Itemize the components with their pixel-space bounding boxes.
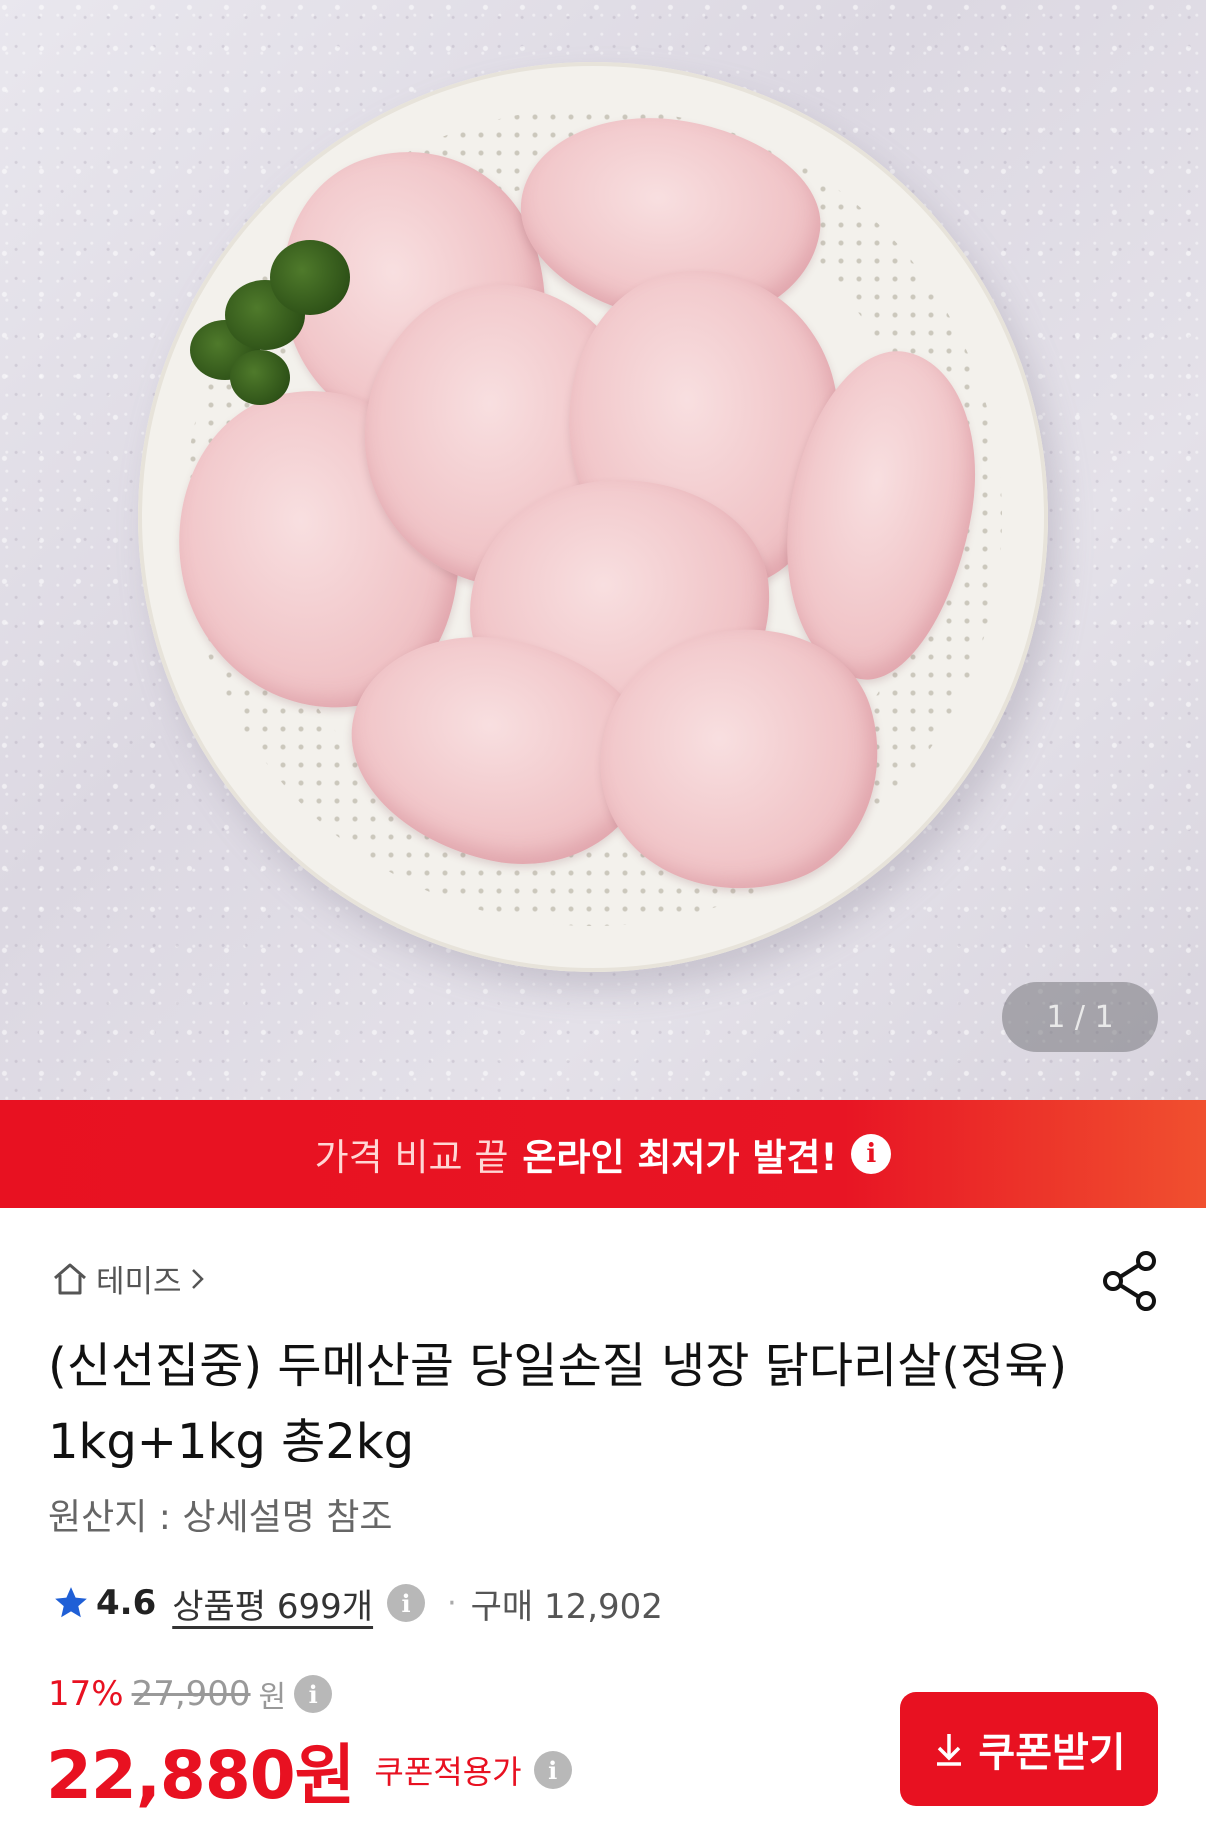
purchase-count: 구매 12,902 (470, 1586, 663, 1627)
image-page-indicator: 1 / 1 (1002, 982, 1158, 1052)
separator-dot: · (447, 1585, 457, 1621)
banner-highlight: 온라인 최저가 발견! (522, 1136, 838, 1179)
coupon-price-label: 쿠폰적용가 (374, 1753, 522, 1791)
lowest-price-banner[interactable]: 가격 비교 끝 온라인 최저가 발견! i (0, 1100, 1206, 1208)
banner-prefix: 가격 비교 끝 (314, 1136, 509, 1179)
rating-score: 4.6 (96, 1583, 157, 1623)
original-price-unit: 원 (258, 1680, 287, 1715)
coupon-button-label: 쿠폰받기 (978, 1730, 1126, 1776)
discount-row: 17% 27,900 원 i (48, 1672, 333, 1716)
download-icon (937, 1734, 962, 1766)
info-icon[interactable]: i (294, 1675, 333, 1713)
parsley-garnish (230, 350, 290, 405)
product-image-gallery[interactable]: 1 / 1 (0, 0, 1206, 1100)
star-icon (55, 1587, 87, 1618)
sale-price-row: 22,880원 쿠폰적용가 i (46, 1722, 572, 1818)
info-icon[interactable]: i (851, 1134, 892, 1174)
original-price: 27,900 (131, 1674, 251, 1714)
download-coupon-button[interactable]: 쿠폰받기 (900, 1692, 1158, 1806)
info-icon[interactable]: i (533, 1751, 572, 1789)
parsley-garnish (270, 240, 350, 315)
share-icon[interactable] (1102, 1250, 1158, 1312)
store-name: 테미즈 (96, 1264, 182, 1300)
info-icon[interactable]: i (387, 1584, 426, 1622)
sale-price: 22,880원 (46, 1737, 355, 1814)
store-link[interactable]: 테미즈 (50, 1256, 208, 1301)
rating-row: 4.6 상품평 699개 i · 구매 12,902 (52, 1578, 663, 1628)
chevron-right-icon (191, 1268, 204, 1289)
home-icon (54, 1263, 86, 1294)
product-title: (신선집중) 두메산골 당일손질 냉장 닭다리살(정육) 1kg+1kg 총2k… (48, 1338, 1068, 1470)
discount-rate: 17% (48, 1674, 124, 1714)
product-origin: 원산지 : 상세설명 참조 (48, 1497, 393, 1538)
review-count-link[interactable]: 상품평 699개 (172, 1579, 373, 1628)
